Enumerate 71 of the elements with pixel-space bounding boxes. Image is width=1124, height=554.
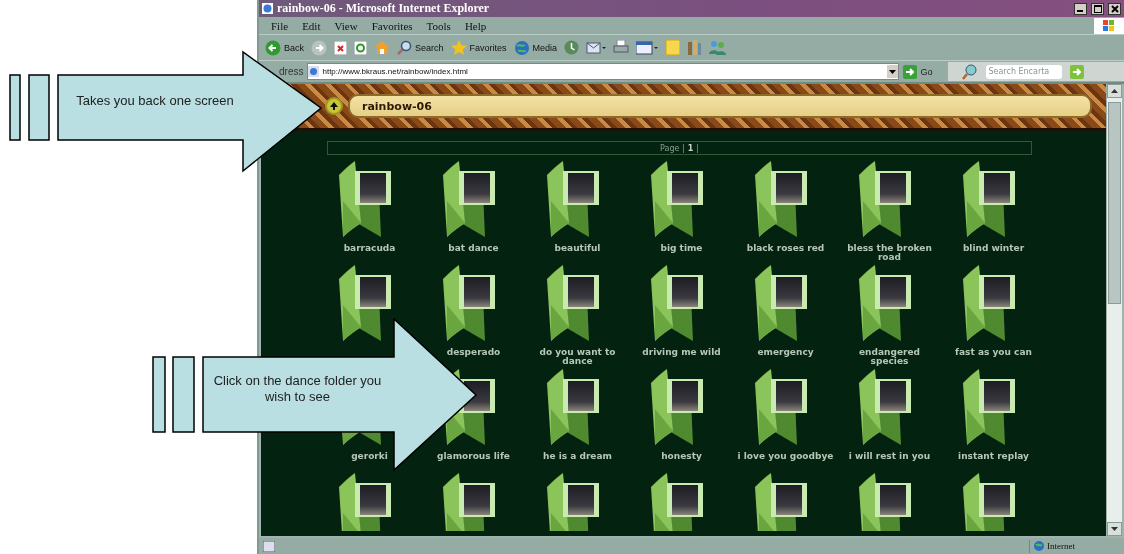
search-field[interactable]: Search Encarta	[986, 64, 1063, 79]
up-button[interactable]	[325, 97, 343, 115]
folder-label[interactable]: glamorous life	[437, 452, 510, 461]
minimize-button[interactable]	[1074, 2, 1087, 15]
stop-icon[interactable]	[334, 40, 347, 55]
folder-label[interactable]: barracuda	[343, 244, 396, 253]
maximize-button[interactable]	[1091, 2, 1104, 15]
browser-icon	[262, 3, 273, 14]
toolbar-button[interactable]: Back	[265, 39, 304, 56]
folder-label[interactable]: blind winter	[962, 244, 1025, 253]
folder-title: rainbow-06	[348, 94, 1092, 118]
toolbar-button[interactable]: Media	[513, 39, 558, 56]
callout-text: Click on the dance folder you wish to see	[212, 373, 383, 405]
magnifier-icon	[962, 63, 979, 80]
callout-text: Takes you back one screen	[75, 93, 235, 109]
pager-label: Page |	[660, 143, 685, 153]
folder-label[interactable]: instant replay	[958, 452, 1029, 461]
down-arrow-icon	[1111, 527, 1118, 531]
folder-label[interactable]: black roses red	[746, 244, 825, 253]
zone-label: Internet	[1047, 541, 1075, 551]
toolbar-button[interactable]: Search	[397, 40, 444, 55]
refresh-icon[interactable]	[354, 40, 367, 55]
address-field[interactable]: http://www.bkraus.net/rainbow/index.html	[307, 63, 900, 80]
up-arrow-icon	[330, 102, 338, 110]
window-icon[interactable]	[636, 40, 660, 55]
folder-label[interactable]: gerorki	[351, 452, 388, 461]
search-icon[interactable]	[397, 40, 412, 55]
window-title: rainbow-06 - Microsoft Internet Explorer	[277, 1, 491, 16]
go-arrow-icon	[903, 64, 918, 79]
folder-label[interactable]: i will rest in you	[848, 452, 931, 461]
pager-separator: |	[696, 143, 699, 153]
close-icon	[1110, 4, 1119, 13]
globe-icon	[1034, 541, 1044, 551]
up-arrow-icon	[1111, 89, 1118, 93]
menu-item[interactable]: View	[334, 19, 358, 32]
folder-label[interactable]: i love you goodbye	[737, 452, 834, 461]
menu-item[interactable]: Help	[464, 19, 487, 32]
mail-icon[interactable]	[586, 40, 607, 55]
folder-label[interactable]: he is a dream	[543, 452, 612, 461]
folder-label[interactable]: big time	[660, 244, 703, 253]
folder-label[interactable]: endangered species	[839, 348, 940, 366]
menu-item[interactable]: Favorites	[371, 19, 413, 32]
printer-icon[interactable]	[613, 40, 630, 55]
menu-item[interactable]: Tools	[426, 19, 451, 32]
folder-label[interactable]: desperado	[446, 348, 501, 357]
page-icon	[263, 540, 275, 552]
dropdown-icon[interactable]	[887, 65, 899, 78]
folder-label[interactable]: bat dance	[448, 244, 499, 253]
maximize-icon	[1093, 4, 1102, 13]
menu-item[interactable]: Edit	[302, 19, 321, 32]
close-button[interactable]	[1108, 2, 1121, 15]
folder-label[interactable]: fast as you can	[955, 348, 1032, 357]
menu-item[interactable]: File	[271, 19, 289, 32]
page-link[interactable]: 1	[687, 143, 694, 153]
folder-label[interactable]: honesty	[661, 452, 702, 461]
clock-icon[interactable]	[564, 40, 580, 55]
scroll-up-button[interactable]	[1107, 84, 1122, 98]
folder-label[interactable]: bless the broken road	[839, 244, 940, 262]
go-button[interactable]: Go	[903, 64, 933, 79]
folder-label[interactable]: do you want to dance	[527, 348, 628, 366]
star-icon[interactable]	[450, 39, 467, 56]
scroll-down-button[interactable]	[1107, 522, 1122, 536]
toolbar-button[interactable]: Favorites	[450, 39, 507, 56]
address-label: dress	[279, 66, 304, 77]
scroll-thumb[interactable]	[1108, 102, 1121, 304]
flag-logo-icon	[1094, 17, 1124, 34]
folder-label[interactable]: beautiful	[554, 244, 601, 253]
folder-label[interactable]: emergency	[757, 348, 814, 357]
scrollbar[interactable]	[1106, 84, 1122, 536]
page-icon	[308, 66, 320, 77]
folder-label[interactable]: driving me wild	[642, 348, 721, 357]
